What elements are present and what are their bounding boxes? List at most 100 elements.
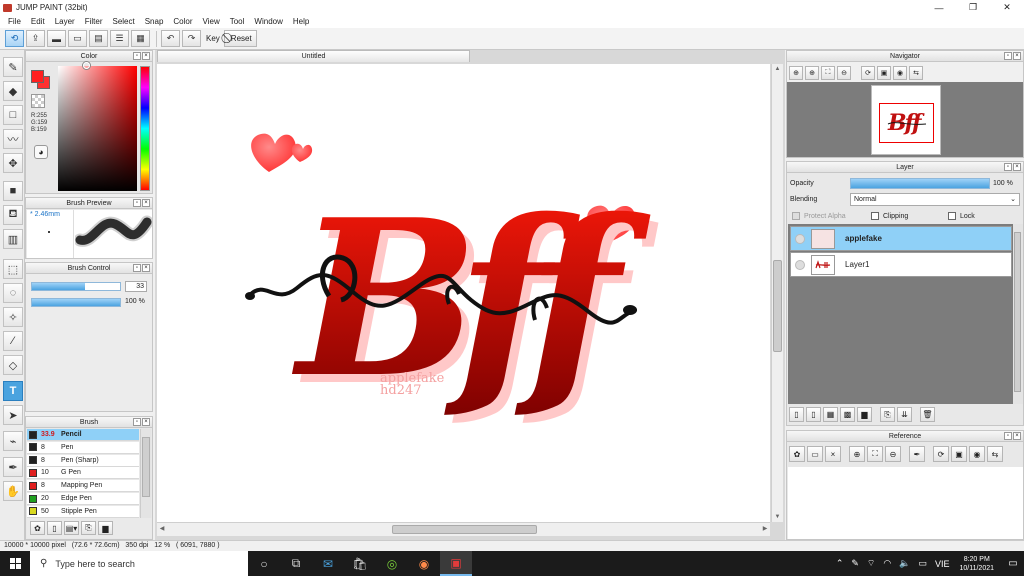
lasso-tool-icon[interactable]: ◌: [3, 283, 23, 303]
visibility-icon[interactable]: [795, 259, 805, 270]
fit-icon[interactable]: ⛶: [821, 66, 835, 80]
menu-view[interactable]: View: [198, 17, 225, 26]
panel-close-icon[interactable]: ×: [1013, 163, 1021, 171]
grid-icon[interactable]: ▦: [131, 30, 150, 47]
cortana-icon[interactable]: ○: [248, 551, 280, 576]
brush-opacity-slider[interactable]: [31, 298, 121, 307]
layer-opacity-slider[interactable]: [850, 178, 990, 189]
brush-list-item[interactable]: 8 Mapping Pen: [27, 480, 139, 493]
hand-tool-icon[interactable]: ✋: [3, 481, 23, 501]
panel-float-icon[interactable]: ▫: [133, 418, 141, 426]
text-tool-icon[interactable]: T: [3, 381, 23, 401]
network-icon[interactable]: ⌔: [867, 558, 875, 569]
panel-float-icon[interactable]: ▫: [1004, 163, 1012, 171]
brush-list-scrollbar[interactable]: [140, 429, 151, 519]
taskbar-search[interactable]: ⚲ Type here to search: [30, 551, 248, 576]
scrollbar-thumb[interactable]: [1014, 232, 1021, 392]
brush-list-item[interactable]: 8 Pen (Sharp): [27, 454, 139, 467]
flip-icon[interactable]: ⇆: [987, 446, 1003, 462]
input-language[interactable]: VIE: [935, 559, 950, 569]
page-icon[interactable]: ▤: [89, 30, 108, 47]
smart-fill-icon[interactable]: ⟲: [5, 30, 24, 47]
new-screentone-layer-icon[interactable]: ▦: [823, 407, 838, 422]
share-icon[interactable]: ⇪: [26, 30, 45, 47]
panel-close-icon[interactable]: ×: [142, 418, 150, 426]
panel-float-icon[interactable]: ▫: [133, 52, 141, 60]
brush-list-item[interactable]: 20 Edge Pen: [27, 493, 139, 505]
new-color-layer-icon[interactable]: ▯: [789, 407, 804, 422]
scroll-down-icon[interactable]: ▼: [772, 512, 783, 522]
brush-tool-icon[interactable]: ✎: [3, 57, 23, 77]
undo-icon[interactable]: ↶: [161, 30, 180, 47]
start-button[interactable]: [0, 551, 30, 576]
blending-select[interactable]: Normal ⌄: [850, 193, 1020, 206]
flip-icon[interactable]: ⇆: [909, 66, 923, 80]
visibility-icon[interactable]: [795, 233, 805, 244]
store-icon[interactable]: 🛍: [344, 551, 376, 576]
brush-folder-icon[interactable]: ▆: [98, 521, 113, 535]
scrollbar-thumb[interactable]: [392, 525, 537, 534]
fit-window-icon[interactable]: ▣: [951, 446, 967, 462]
menu-window[interactable]: Window: [249, 17, 287, 26]
fit-icon[interactable]: ⛶: [867, 446, 883, 462]
panel-float-icon[interactable]: ▫: [1004, 432, 1012, 440]
rotate-reset-icon[interactable]: ◉: [969, 446, 985, 462]
gradient-tool-icon[interactable]: ▥: [3, 229, 23, 249]
reference-settings-icon[interactable]: ✿: [789, 446, 805, 462]
minimize-button[interactable]: —: [922, 0, 956, 15]
delete-layer-icon[interactable]: 🗑: [920, 407, 935, 422]
drawing-canvas[interactable]: Bff Bff applefake hd247: [157, 64, 770, 522]
volume-icon[interactable]: 🔈: [899, 558, 910, 569]
notification-icon[interactable]: ▭: [1002, 551, 1024, 576]
scroll-up-icon[interactable]: ▲: [772, 64, 783, 74]
merge-layer-icon[interactable]: ⇊: [897, 407, 912, 422]
taskbar-clock[interactable]: 8:20 PM 10/11/2021: [959, 555, 994, 573]
operation-tool-icon[interactable]: ➤: [3, 405, 23, 425]
zoom-out-icon[interactable]: ⊖: [885, 446, 901, 462]
brush-settings-icon[interactable]: ✿: [30, 521, 45, 535]
clipping-checkbox[interactable]: Clipping: [871, 212, 908, 220]
brush-size-field[interactable]: 33: [125, 281, 147, 292]
bucket-tool-icon[interactable]: ⛾: [3, 205, 23, 225]
task-view-icon[interactable]: ⧉: [280, 551, 312, 576]
battery-icon[interactable]: ▭: [918, 558, 927, 569]
scroll-right-icon[interactable]: ▶: [760, 523, 770, 536]
magic-wand-tool-icon[interactable]: ✧: [3, 307, 23, 327]
panel-close-icon[interactable]: ×: [1013, 52, 1021, 60]
browser-icon[interactable]: ◎: [376, 551, 408, 576]
redo-icon[interactable]: ↷: [182, 30, 201, 47]
canvas-vertical-scrollbar[interactable]: ▲ ▼: [771, 64, 783, 522]
zoom-out-icon[interactable]: ⊖: [837, 66, 851, 80]
color-picker-cursor[interactable]: [83, 62, 90, 69]
brush-menu-icon[interactable]: ▤▾: [64, 521, 79, 535]
zoom-in-icon[interactable]: ⊕: [805, 66, 819, 80]
select-eraser-tool-icon[interactable]: ◇: [3, 355, 23, 375]
brush-list-item[interactable]: 8 Pen: [27, 441, 139, 454]
panel-close-icon[interactable]: ×: [142, 199, 150, 207]
shape-tool-icon[interactable]: □: [3, 105, 23, 125]
menu-tool[interactable]: Tool: [225, 17, 250, 26]
menu-color[interactable]: Color: [168, 17, 197, 26]
layer-list-scrollbar[interactable]: [1013, 224, 1023, 404]
panel-float-icon[interactable]: ▫: [133, 199, 141, 207]
scrollbar-thumb[interactable]: [142, 437, 150, 497]
chat-app-icon[interactable]: ◉: [408, 551, 440, 576]
panel-close-icon[interactable]: ×: [142, 264, 150, 272]
panel-close-icon[interactable]: ×: [1013, 432, 1021, 440]
rotate-icon[interactable]: ⟳: [861, 66, 875, 80]
copy-brush-icon[interactable]: ⎘: [81, 521, 96, 535]
maximize-button[interactable]: ❐: [956, 0, 990, 15]
panel-close-icon[interactable]: ×: [142, 52, 150, 60]
zoom-in-icon[interactable]: ⊕: [849, 446, 865, 462]
layer-row[interactable]: applefake: [790, 226, 1012, 251]
scroll-left-icon[interactable]: ◀: [157, 523, 167, 536]
menu-snap[interactable]: Snap: [140, 17, 169, 26]
layer-row[interactable]: Layer1: [790, 252, 1012, 277]
wifi-icon[interactable]: ◠: [883, 558, 891, 569]
new-halftone-layer-icon[interactable]: ▩: [840, 407, 855, 422]
scrollbar-thumb[interactable]: [773, 260, 782, 352]
navigator-preview[interactable]: Bff: [871, 85, 941, 155]
foreground-color-swatch[interactable]: [31, 70, 44, 83]
list-icon[interactable]: ☰: [110, 30, 129, 47]
new-layer-icon[interactable]: ▯: [806, 407, 821, 422]
